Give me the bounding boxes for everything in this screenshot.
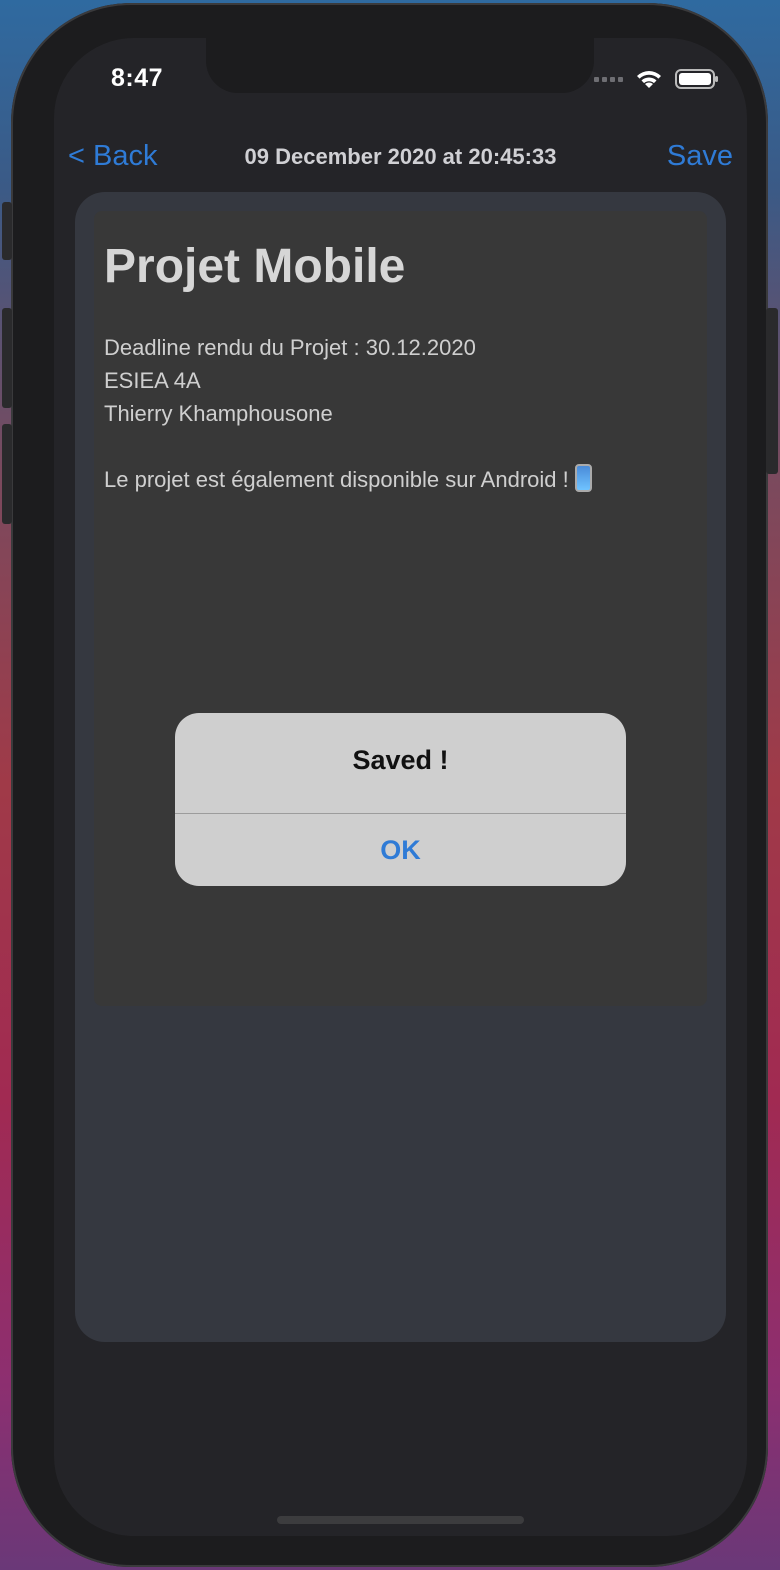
phone-frame: 8:47 < Back 09 December 2020 at 20:45:33… bbox=[11, 3, 768, 1567]
side-button-volume-up bbox=[2, 308, 12, 408]
alert-title: Saved ! bbox=[352, 745, 449, 775]
nav-title: 09 December 2020 at 20:45:33 bbox=[244, 144, 557, 169]
wifi-icon bbox=[637, 71, 661, 88]
battery-icon bbox=[675, 69, 718, 89]
note-line-android: Le projet est également disponible sur A… bbox=[104, 463, 592, 496]
home-indicator[interactable] bbox=[277, 1516, 524, 1524]
note-line: ESIEA 4A bbox=[104, 368, 201, 393]
status-icons bbox=[594, 68, 719, 90]
side-button-silent bbox=[2, 202, 12, 260]
alert-ok-button[interactable]: OK bbox=[175, 814, 626, 886]
note-line: Deadline rendu du Projet : 30.12.2020 bbox=[104, 335, 476, 360]
note-title[interactable]: Projet Mobile bbox=[104, 239, 405, 294]
note-editor[interactable]: Projet Mobile Deadline rendu du Projet :… bbox=[94, 211, 707, 1006]
saved-alert: Saved ! OK bbox=[175, 713, 626, 886]
note-line-text: Le projet est également disponible sur A… bbox=[104, 467, 569, 492]
note-body[interactable]: Deadline rendu du Projet : 30.12.2020 ES… bbox=[104, 331, 592, 496]
side-button-power bbox=[766, 308, 778, 474]
note-line: Thierry Khamphousone bbox=[104, 401, 333, 426]
save-button[interactable]: Save bbox=[667, 140, 733, 173]
mobile-phone-icon bbox=[574, 464, 592, 492]
notch bbox=[206, 38, 594, 93]
signal-icon bbox=[594, 76, 623, 82]
navigation-bar: < Back 09 December 2020 at 20:45:33 Save bbox=[54, 138, 747, 178]
status-time: 8:47 bbox=[111, 64, 164, 92]
side-button-volume-down bbox=[2, 424, 12, 524]
screen: 8:47 < Back 09 December 2020 at 20:45:33… bbox=[54, 38, 747, 1536]
note-line bbox=[104, 430, 592, 463]
